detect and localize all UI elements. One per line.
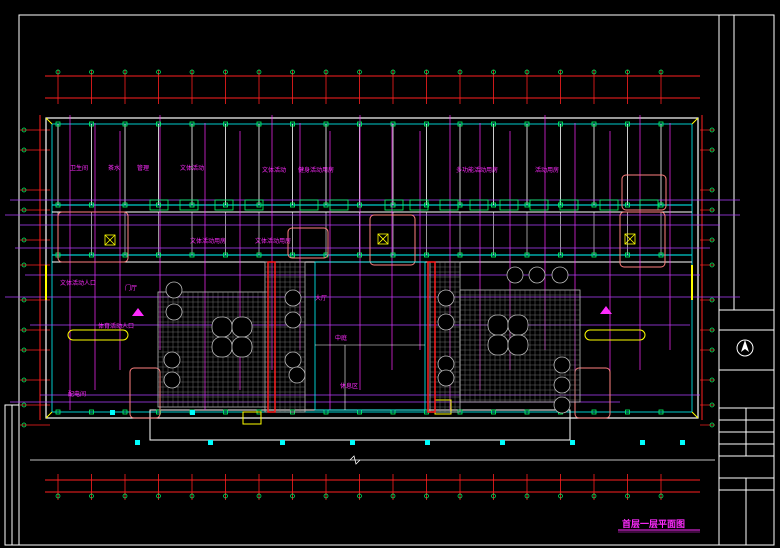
room-label-r10: 文体活动用房 [255, 237, 291, 245]
canvas-background [0, 0, 780, 548]
bollard [350, 440, 355, 445]
rosette-planter [487, 334, 509, 356]
room-label-r7: 多功能活动用房 [456, 166, 498, 174]
bollard [425, 440, 430, 445]
cad-floor-plan: 卫生间 茶水 管理 文体活动 文体活动 健身活动用房 多功能活动用房 活动用房文体活动用房 文体… [0, 0, 780, 548]
room-label-r16: 休息区 [340, 382, 358, 390]
room-label-r9: 文体活动用房 [190, 237, 226, 245]
drawing-title: 首层一层平面图 [622, 518, 685, 530]
planter [165, 303, 183, 321]
bollard [190, 410, 195, 415]
room-label-r5: 文体活动 [262, 166, 286, 174]
planter [288, 366, 306, 384]
room-label-r3: 管理 [137, 164, 149, 172]
rosette-planter [231, 316, 253, 338]
rosette-planter [487, 314, 509, 336]
bollard [500, 440, 505, 445]
rosette-planter [507, 334, 529, 356]
planter [437, 369, 455, 387]
room-label-r2: 茶水 [108, 164, 120, 172]
rosette-planter [231, 336, 253, 358]
planter [284, 289, 302, 307]
room-label-r11: 文体活动人口 [60, 279, 96, 287]
room-label-r15: 中庭 [335, 334, 347, 342]
planter [553, 356, 571, 374]
planter [528, 266, 546, 284]
rosette-planter [211, 336, 233, 358]
bollard [135, 440, 140, 445]
planter [553, 376, 571, 394]
planter [506, 266, 524, 284]
bollard [208, 440, 213, 445]
bollard [680, 440, 685, 445]
room-label-r13: 门厅 [125, 284, 137, 292]
planter [437, 313, 455, 331]
planter [163, 351, 181, 369]
planter [284, 351, 302, 369]
planter [284, 311, 302, 329]
room-label-r17: 配电间 [68, 390, 86, 398]
rosette-planter [507, 314, 529, 336]
rosette-planter [211, 316, 233, 338]
room-label-r4: 文体活动 [180, 164, 204, 172]
room-label-r14: 大厅 [315, 294, 327, 302]
bollard [640, 440, 645, 445]
room-label-r8: 活动用房 [535, 166, 559, 174]
room-label-r6: 健身活动用房 [298, 166, 334, 174]
bollard [570, 440, 575, 445]
bollard [280, 440, 285, 445]
planter [165, 281, 183, 299]
planter [437, 289, 455, 307]
room-label-r1: 卫生间 [70, 164, 88, 172]
bollard [110, 410, 115, 415]
planter [553, 396, 571, 414]
planter [163, 371, 181, 389]
room-label-r12: 体育活动人口 [98, 322, 134, 330]
planter [551, 266, 569, 284]
